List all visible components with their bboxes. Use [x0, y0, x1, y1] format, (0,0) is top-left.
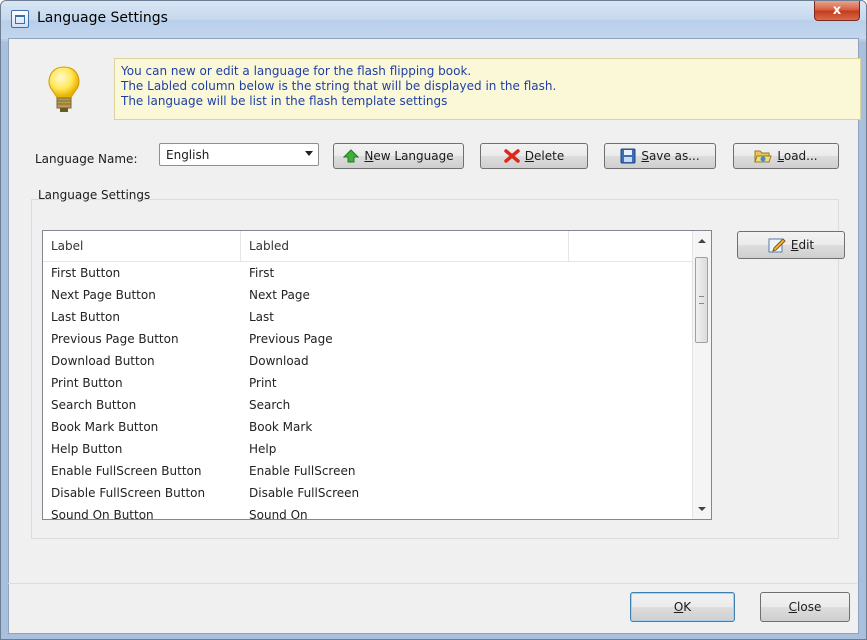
table-row[interactable]: Enable FullScreen Button Enable FullScree…: [43, 461, 693, 483]
load-label: oad...: [783, 149, 818, 163]
delete-button[interactable]: Delete: [480, 143, 588, 169]
row-labled-cell[interactable]: Help: [249, 442, 276, 456]
new-language-label: ew Language: [373, 149, 454, 163]
close-label: lose: [797, 600, 822, 614]
row-labled-cell[interactable]: Search: [249, 398, 290, 412]
row-label-cell: Search Button: [51, 398, 137, 412]
row-labled-cell[interactable]: Download: [249, 354, 309, 368]
row-label-cell: Last Button: [51, 310, 121, 324]
row-label-cell: Download Button: [51, 354, 155, 368]
row-label-cell: Book Mark Button: [51, 420, 159, 434]
chevron-down-icon[interactable]: [305, 151, 313, 156]
delete-access-key: D: [524, 149, 535, 163]
row-labled-cell[interactable]: Last: [249, 310, 274, 324]
save-as-button[interactable]: Save as...: [604, 143, 716, 169]
row-label-cell: Sound On Button: [51, 508, 154, 520]
green-arrow-up-icon: [343, 149, 360, 163]
language-name-label: Language Name:: [35, 152, 138, 166]
row-labled-cell[interactable]: Sound On: [249, 508, 308, 519]
close-window-button[interactable]: x: [814, 1, 860, 21]
close-button[interactable]: Close: [760, 592, 850, 622]
language-name-value: English: [166, 148, 210, 162]
language-settings-group-label: Language Settings: [38, 188, 151, 202]
red-x-icon: [504, 149, 520, 163]
table-row[interactable]: First Button First: [43, 263, 693, 285]
vertical-scrollbar[interactable]: [692, 231, 711, 519]
scroll-thumb[interactable]: [695, 257, 708, 343]
lightbulb-icon: [48, 66, 80, 112]
info-line: The language will be list in the flash t…: [121, 94, 448, 108]
floppy-disk-icon: [620, 148, 636, 164]
close-access-key: C: [788, 600, 798, 614]
info-line: The Labled column below is the string th…: [121, 79, 557, 93]
language-table[interactable]: Label Labled First Button First Next Page …: [42, 230, 712, 520]
row-label-cell: Disable FullScreen Button: [51, 486, 206, 500]
window-title: Language Settings: [37, 10, 168, 26]
language-name-select[interactable]: English: [159, 143, 319, 166]
row-label-cell: Help Button: [51, 442, 123, 456]
row-label-cell: First Button: [51, 266, 121, 280]
row-labled-cell[interactable]: Next Page: [249, 288, 310, 302]
ok-access-key: O: [673, 600, 684, 614]
save-as-access-key: S: [641, 149, 649, 163]
row-labled-cell[interactable]: Print: [249, 376, 277, 390]
column-header-label[interactable]: Label: [43, 231, 241, 261]
table-row[interactable]: Disable FullScreen Button Disable FullScr…: [43, 483, 693, 505]
row-labled-cell[interactable]: Enable FullScreen: [249, 464, 355, 478]
table-row[interactable]: Book Mark Button Book Mark: [43, 417, 693, 439]
row-labled-cell[interactable]: Book Mark: [249, 420, 312, 434]
ok-label: K: [683, 600, 692, 614]
row-label-cell: Enable FullScreen Button: [51, 464, 202, 478]
table-row[interactable]: Next Page Button Next Page: [43, 285, 693, 307]
open-folder-icon: [754, 150, 773, 163]
scroll-down-arrow-icon[interactable]: [698, 507, 706, 511]
edit-button[interactable]: Edit: [737, 231, 845, 259]
table-row[interactable]: Download Button Download: [43, 351, 693, 373]
column-header-labled[interactable]: Labled: [241, 231, 569, 261]
info-message-box: You can new or edit a language for the f…: [114, 58, 861, 120]
row-label-cell: Previous Page Button: [51, 332, 179, 346]
save-as-label: ave as...: [648, 149, 700, 163]
app-icon: [11, 10, 29, 28]
table-rows: First Button First Next Page Button Next Pa…: [43, 263, 693, 520]
edit-label: dit: [798, 238, 815, 252]
row-label-cell: Print Button: [51, 376, 123, 390]
table-row[interactable]: Print Button Print: [43, 373, 693, 395]
row-labled-cell[interactable]: Disable FullScreen: [249, 486, 359, 500]
ok-button[interactable]: OK: [630, 592, 735, 622]
table-row[interactable]: Last Button Last: [43, 307, 693, 329]
row-label-cell: Next Page Button: [51, 288, 156, 302]
title-bar[interactable]: Language Settings x: [1, 1, 866, 39]
scroll-up-arrow-icon[interactable]: [698, 239, 706, 243]
table-header: Label Labled: [43, 231, 693, 262]
table-row[interactable]: Help Button Help: [43, 439, 693, 461]
column-header-empty[interactable]: [569, 231, 693, 261]
table-row[interactable]: Search Button Search: [43, 395, 693, 417]
load-button[interactable]: Load...: [733, 143, 839, 169]
new-language-button[interactable]: New Language: [333, 143, 464, 169]
edit-pencil-icon: [768, 238, 786, 253]
table-row[interactable]: Sound On Button Sound On: [43, 505, 693, 520]
delete-label: elete: [534, 149, 565, 163]
table-row[interactable]: Previous Page Button Previous Page: [43, 329, 693, 351]
row-labled-cell[interactable]: Previous Page: [249, 332, 333, 346]
row-labled-cell[interactable]: First: [249, 266, 274, 280]
info-line: You can new or edit a language for the f…: [121, 64, 472, 78]
